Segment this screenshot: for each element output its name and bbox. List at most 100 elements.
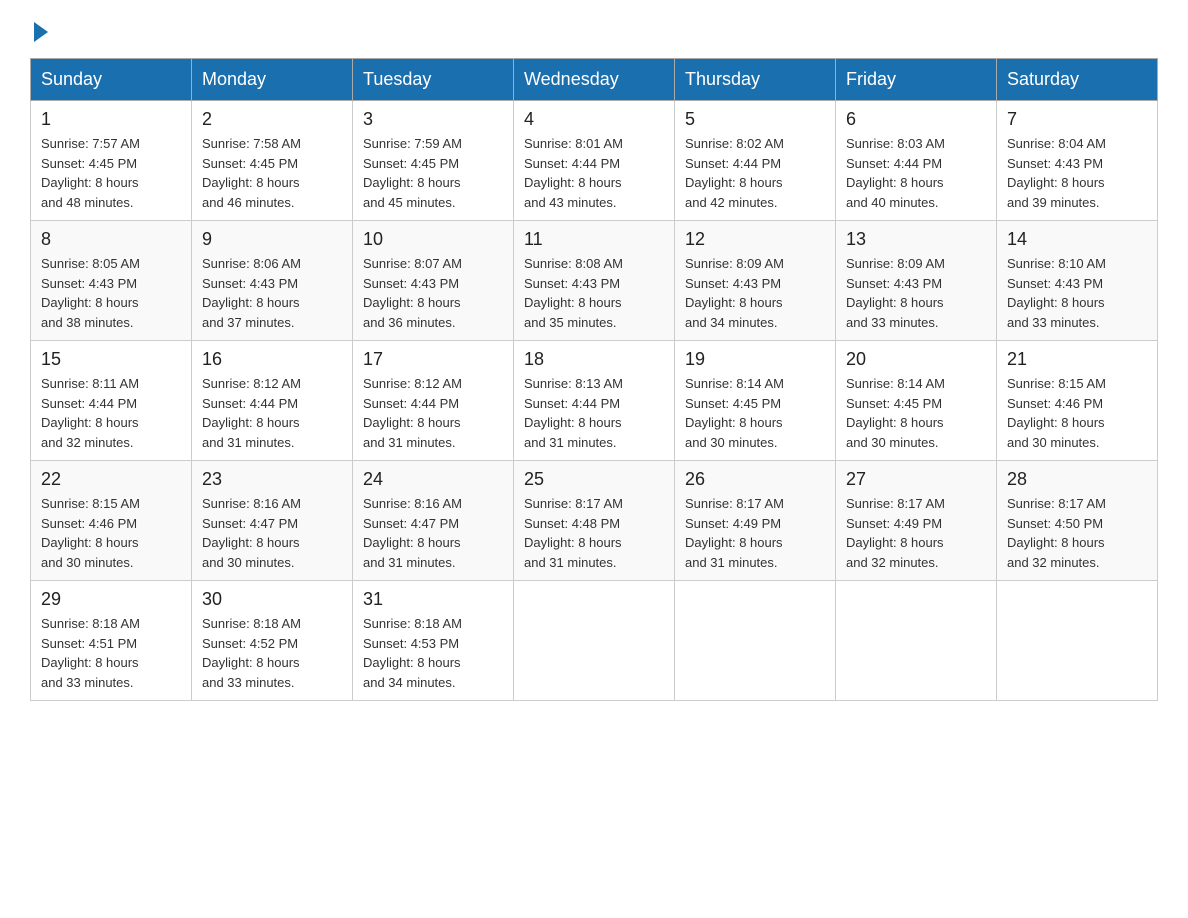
day-info: Sunrise: 8:18 AMSunset: 4:51 PMDaylight:…	[41, 614, 181, 692]
day-number: 13	[846, 229, 986, 250]
calendar-cell	[675, 581, 836, 701]
calendar-cell: 7 Sunrise: 8:04 AMSunset: 4:43 PMDaylight…	[997, 101, 1158, 221]
day-number: 14	[1007, 229, 1147, 250]
logo-arrow-icon	[34, 22, 48, 42]
calendar-cell: 20 Sunrise: 8:14 AMSunset: 4:45 PMDayligh…	[836, 341, 997, 461]
weekday-header-wednesday: Wednesday	[514, 59, 675, 101]
day-number: 17	[363, 349, 503, 370]
day-info: Sunrise: 8:15 AMSunset: 4:46 PMDaylight:…	[1007, 374, 1147, 452]
page-header	[30, 20, 1158, 38]
day-info: Sunrise: 8:10 AMSunset: 4:43 PMDaylight:…	[1007, 254, 1147, 332]
day-number: 4	[524, 109, 664, 130]
day-info: Sunrise: 8:06 AMSunset: 4:43 PMDaylight:…	[202, 254, 342, 332]
day-number: 26	[685, 469, 825, 490]
day-number: 3	[363, 109, 503, 130]
day-number: 22	[41, 469, 181, 490]
day-info: Sunrise: 8:09 AMSunset: 4:43 PMDaylight:…	[846, 254, 986, 332]
calendar-cell: 1Sunrise: 7:57 AMSunset: 4:45 PMDaylight…	[31, 101, 192, 221]
day-info: Sunrise: 8:14 AMSunset: 4:45 PMDaylight:…	[685, 374, 825, 452]
calendar-cell: 24 Sunrise: 8:16 AMSunset: 4:47 PMDayligh…	[353, 461, 514, 581]
week-row-1: 1Sunrise: 7:57 AMSunset: 4:45 PMDaylight…	[31, 101, 1158, 221]
day-number: 5	[685, 109, 825, 130]
calendar-cell: 16Sunrise: 8:12 AMSunset: 4:44 PMDayligh…	[192, 341, 353, 461]
day-number: 28	[1007, 469, 1147, 490]
day-info: Sunrise: 8:14 AMSunset: 4:45 PMDaylight:…	[846, 374, 986, 452]
day-info: Sunrise: 8:05 AMSunset: 4:43 PMDaylight:…	[41, 254, 181, 332]
weekday-header-row: SundayMondayTuesdayWednesdayThursdayFrid…	[31, 59, 1158, 101]
week-row-4: 22Sunrise: 8:15 AMSunset: 4:46 PMDayligh…	[31, 461, 1158, 581]
weekday-header-tuesday: Tuesday	[353, 59, 514, 101]
calendar-cell: 30 Sunrise: 8:18 AMSunset: 4:52 PMDayligh…	[192, 581, 353, 701]
day-number: 10	[363, 229, 503, 250]
day-info: Sunrise: 8:13 AMSunset: 4:44 PMDaylight:…	[524, 374, 664, 452]
day-number: 7	[1007, 109, 1147, 130]
calendar-cell: 9 Sunrise: 8:06 AMSunset: 4:43 PMDaylight…	[192, 221, 353, 341]
week-row-2: 8 Sunrise: 8:05 AMSunset: 4:43 PMDaylight…	[31, 221, 1158, 341]
calendar-cell: 26Sunrise: 8:17 AMSunset: 4:49 PMDayligh…	[675, 461, 836, 581]
day-number: 12	[685, 229, 825, 250]
day-number: 24	[363, 469, 503, 490]
calendar-cell: 28 Sunrise: 8:17 AMSunset: 4:50 PMDayligh…	[997, 461, 1158, 581]
weekday-header-friday: Friday	[836, 59, 997, 101]
weekday-header-sunday: Sunday	[31, 59, 192, 101]
day-info: Sunrise: 8:03 AMSunset: 4:44 PMDaylight:…	[846, 134, 986, 212]
calendar-cell: 18Sunrise: 8:13 AMSunset: 4:44 PMDayligh…	[514, 341, 675, 461]
calendar-cell: 27 Sunrise: 8:17 AMSunset: 4:49 PMDayligh…	[836, 461, 997, 581]
day-info: Sunrise: 8:16 AMSunset: 4:47 PMDaylight:…	[202, 494, 342, 572]
day-info: Sunrise: 8:18 AMSunset: 4:52 PMDaylight:…	[202, 614, 342, 692]
day-number: 31	[363, 589, 503, 610]
calendar-cell: 19 Sunrise: 8:14 AMSunset: 4:45 PMDayligh…	[675, 341, 836, 461]
calendar-cell: 29 Sunrise: 8:18 AMSunset: 4:51 PMDayligh…	[31, 581, 192, 701]
day-number: 9	[202, 229, 342, 250]
calendar-cell: 12 Sunrise: 8:09 AMSunset: 4:43 PMDayligh…	[675, 221, 836, 341]
calendar-cell	[836, 581, 997, 701]
day-info: Sunrise: 8:17 AMSunset: 4:49 PMDaylight:…	[846, 494, 986, 572]
day-number: 19	[685, 349, 825, 370]
calendar-cell: 14 Sunrise: 8:10 AMSunset: 4:43 PMDayligh…	[997, 221, 1158, 341]
calendar-cell: 10Sunrise: 8:07 AMSunset: 4:43 PMDayligh…	[353, 221, 514, 341]
logo-top	[30, 20, 48, 42]
day-info: Sunrise: 8:08 AMSunset: 4:43 PMDaylight:…	[524, 254, 664, 332]
calendar-cell: 31 Sunrise: 8:18 AMSunset: 4:53 PMDayligh…	[353, 581, 514, 701]
calendar-cell: 17Sunrise: 8:12 AMSunset: 4:44 PMDayligh…	[353, 341, 514, 461]
day-number: 1	[41, 109, 181, 130]
weekday-header-monday: Monday	[192, 59, 353, 101]
calendar-cell: 23Sunrise: 8:16 AMSunset: 4:47 PMDayligh…	[192, 461, 353, 581]
week-row-3: 15Sunrise: 8:11 AMSunset: 4:44 PMDayligh…	[31, 341, 1158, 461]
calendar-cell: 8 Sunrise: 8:05 AMSunset: 4:43 PMDaylight…	[31, 221, 192, 341]
calendar-cell: 25 Sunrise: 8:17 AMSunset: 4:48 PMDayligh…	[514, 461, 675, 581]
calendar-cell: 21Sunrise: 8:15 AMSunset: 4:46 PMDayligh…	[997, 341, 1158, 461]
day-number: 15	[41, 349, 181, 370]
calendar-cell: 6 Sunrise: 8:03 AMSunset: 4:44 PMDaylight…	[836, 101, 997, 221]
weekday-header-thursday: Thursday	[675, 59, 836, 101]
weekday-header-saturday: Saturday	[997, 59, 1158, 101]
day-number: 30	[202, 589, 342, 610]
calendar-cell: 22Sunrise: 8:15 AMSunset: 4:46 PMDayligh…	[31, 461, 192, 581]
calendar-cell: 13 Sunrise: 8:09 AMSunset: 4:43 PMDayligh…	[836, 221, 997, 341]
day-info: Sunrise: 8:16 AMSunset: 4:47 PMDaylight:…	[363, 494, 503, 572]
calendar-cell: 4 Sunrise: 8:01 AMSunset: 4:44 PMDaylight…	[514, 101, 675, 221]
calendar-cell	[514, 581, 675, 701]
day-number: 29	[41, 589, 181, 610]
day-number: 20	[846, 349, 986, 370]
day-info: Sunrise: 8:01 AMSunset: 4:44 PMDaylight:…	[524, 134, 664, 212]
day-info: Sunrise: 8:04 AMSunset: 4:43 PMDaylight:…	[1007, 134, 1147, 212]
calendar-table: SundayMondayTuesdayWednesdayThursdayFrid…	[30, 58, 1158, 701]
day-number: 11	[524, 229, 664, 250]
day-number: 6	[846, 109, 986, 130]
calendar-cell: 5 Sunrise: 8:02 AMSunset: 4:44 PMDaylight…	[675, 101, 836, 221]
week-row-5: 29 Sunrise: 8:18 AMSunset: 4:51 PMDayligh…	[31, 581, 1158, 701]
day-number: 27	[846, 469, 986, 490]
day-number: 25	[524, 469, 664, 490]
day-info: Sunrise: 8:18 AMSunset: 4:53 PMDaylight:…	[363, 614, 503, 692]
day-info: Sunrise: 8:02 AMSunset: 4:44 PMDaylight:…	[685, 134, 825, 212]
calendar-cell: 2Sunrise: 7:58 AMSunset: 4:45 PMDaylight…	[192, 101, 353, 221]
day-number: 8	[41, 229, 181, 250]
day-info: Sunrise: 7:59 AMSunset: 4:45 PMDaylight:…	[363, 134, 503, 212]
day-info: Sunrise: 8:17 AMSunset: 4:48 PMDaylight:…	[524, 494, 664, 572]
day-info: Sunrise: 8:17 AMSunset: 4:50 PMDaylight:…	[1007, 494, 1147, 572]
day-info: Sunrise: 8:09 AMSunset: 4:43 PMDaylight:…	[685, 254, 825, 332]
calendar-cell: 15Sunrise: 8:11 AMSunset: 4:44 PMDayligh…	[31, 341, 192, 461]
day-info: Sunrise: 7:58 AMSunset: 4:45 PMDaylight:…	[202, 134, 342, 212]
calendar-cell: 3 Sunrise: 7:59 AMSunset: 4:45 PMDaylight…	[353, 101, 514, 221]
